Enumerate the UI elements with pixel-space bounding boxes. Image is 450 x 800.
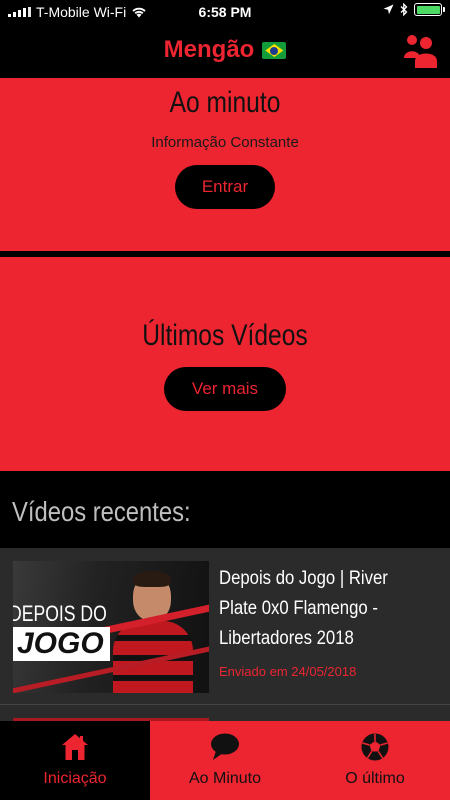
video-list-item[interactable]: DEPOIS DO JOGO Depois do Jogo | River Pl… xyxy=(0,548,450,705)
latest-videos-card: Últimos Vídeos Ver mais xyxy=(0,257,450,471)
navigation-bar: Mengão xyxy=(0,24,450,78)
tab-label: Iniciação xyxy=(43,770,107,787)
battery-icon xyxy=(414,3,445,16)
app-title-group: Mengão xyxy=(0,36,450,64)
recent-videos-heading: Vídeos recentes: xyxy=(12,496,191,527)
location-arrow-icon xyxy=(383,4,394,15)
tab-latest[interactable]: O último xyxy=(300,721,450,800)
tab-label: O último xyxy=(345,770,405,787)
card-title: Ao minuto xyxy=(169,86,281,119)
see-more-button[interactable]: Ver mais xyxy=(164,367,286,411)
tab-live[interactable]: Ao Minuto xyxy=(150,721,300,800)
video-title[interactable]: Depois do Jogo | River Plate 0x0 Flameng… xyxy=(219,564,417,654)
app-title: Mengão xyxy=(163,36,255,63)
thumbnail-caption-line: JOGO xyxy=(13,627,110,661)
users-icon[interactable] xyxy=(402,32,438,68)
video-upload-date: Enviado em 24/05/2018 xyxy=(219,664,357,679)
bluetooth-icon xyxy=(400,3,408,16)
battery-level xyxy=(416,5,440,14)
tab-label: Ao Minuto xyxy=(188,770,262,787)
live-updates-card: Ao minuto Informação Constante Entrar xyxy=(0,78,450,251)
soccer-ball-icon xyxy=(361,733,389,761)
recent-videos-list[interactable]: DEPOIS DO JOGO Depois do Jogo | River Pl… xyxy=(0,548,450,722)
status-bar: T-Mobile Wi-Fi 6:58 PM xyxy=(0,0,450,24)
thumbnail-caption-line: DEPOIS DO xyxy=(13,601,107,626)
enter-button[interactable]: Entrar xyxy=(175,165,275,209)
status-icons xyxy=(383,3,445,16)
brazil-flag-icon xyxy=(262,42,287,59)
video-thumbnail[interactable]: DEPOIS DO JOGO xyxy=(13,561,209,693)
card-title: Últimos Vídeos xyxy=(142,319,308,352)
home-icon xyxy=(62,734,88,760)
tab-home[interactable]: Iniciação xyxy=(0,721,150,800)
tab-bar: Iniciação Ao Minuto O último xyxy=(0,721,450,800)
player-image xyxy=(113,569,193,693)
card-subtitle: Informação Constante xyxy=(151,134,299,151)
chat-bubble-icon xyxy=(211,733,239,760)
